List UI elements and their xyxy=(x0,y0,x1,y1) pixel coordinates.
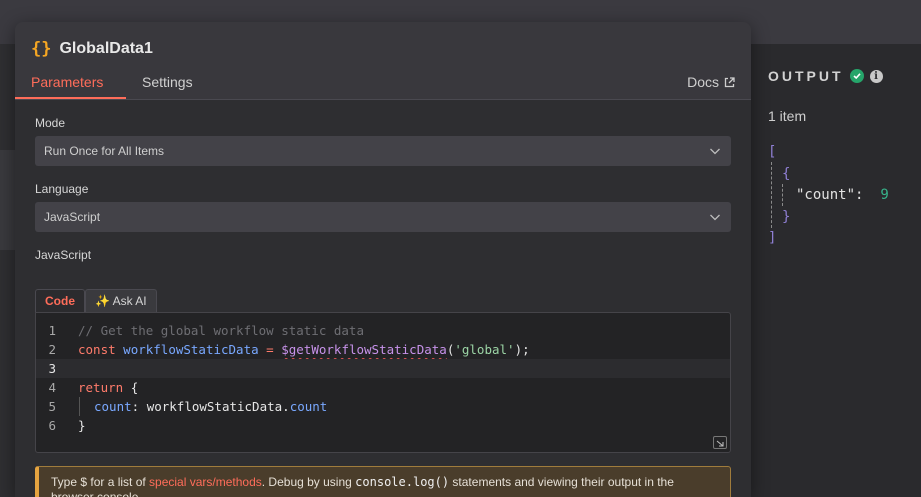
json-colon: : xyxy=(855,187,864,203)
output-panel: OUTPUT i 1 item [ { "count": 9 } ] xyxy=(751,44,921,497)
canvas-background-left xyxy=(0,44,16,497)
code-string: 'global' xyxy=(454,342,515,357)
code-keyword: const xyxy=(78,342,116,357)
active-tab-indicator xyxy=(15,97,126,99)
code-paren-close: ); xyxy=(514,342,530,357)
line-number: 5 xyxy=(48,399,56,414)
code-hint-callout: Type $ for a list of special vars/method… xyxy=(35,466,731,497)
chevron-down-icon xyxy=(710,214,720,221)
json-close-bracket: ] xyxy=(768,230,777,246)
code-brace: } xyxy=(78,418,86,433)
code-paren: ( xyxy=(446,342,455,357)
language-value: JavaScript xyxy=(44,210,101,224)
hint-text-pre: Type $ for a list of xyxy=(51,475,150,489)
node-title[interactable]: GlobalData1 xyxy=(59,40,152,58)
code-line: 2 const workflowStaticData = $getWorkflo… xyxy=(36,340,730,359)
language-label: Language xyxy=(35,182,89,196)
info-icon[interactable]: i xyxy=(869,69,883,83)
code-keyword: return xyxy=(78,380,124,395)
code-property: count xyxy=(94,399,132,414)
tab-settings[interactable]: Settings xyxy=(142,74,193,90)
hint-code: console.log() xyxy=(355,475,450,489)
line-number: 4 xyxy=(48,380,56,395)
code-line: 1 // Get the global workflow static data xyxy=(36,321,730,340)
docs-link[interactable]: Docs xyxy=(687,74,735,90)
code-variable: workflowStaticData xyxy=(123,342,259,357)
json-guide-outer xyxy=(771,162,772,228)
code-tabs: Code ✨ Ask AI xyxy=(35,289,157,312)
code-line: 5 count: workflowStaticData. count xyxy=(36,397,730,416)
node-details-panel: {} GlobalData1 Parameters Settings Docs … xyxy=(15,22,751,497)
json-value[interactable]: 9 xyxy=(880,187,888,203)
chevron-down-icon xyxy=(710,148,720,155)
external-link-icon xyxy=(724,76,735,87)
line-number: 3 xyxy=(48,361,56,376)
tab-code[interactable]: Code xyxy=(35,289,85,312)
indent-guide: count: workflowStaticData. count xyxy=(79,397,327,416)
line-number: 2 xyxy=(48,342,56,357)
line-number: 1 xyxy=(48,323,56,338)
special-vars-link[interactable]: special vars/methods xyxy=(149,475,262,489)
node-title-row: {} GlobalData1 xyxy=(31,39,153,59)
code-line: 6 } xyxy=(36,416,730,435)
mode-value: Run Once for All Items xyxy=(44,144,165,158)
output-header: OUTPUT i xyxy=(768,68,883,84)
code-editor[interactable]: 1 // Get the global workflow static data… xyxy=(35,312,731,453)
code-comment: // Get the global workflow static data xyxy=(78,323,364,338)
mode-label: Mode xyxy=(35,116,66,130)
code-operator: = xyxy=(266,342,274,357)
braces-icon: {} xyxy=(31,39,52,59)
output-json: [ { "count": 9 } ] xyxy=(768,142,889,250)
language-select[interactable]: JavaScript xyxy=(35,202,731,232)
check-circle-icon xyxy=(849,69,864,83)
mode-select[interactable]: Run Once for All Items xyxy=(35,136,731,166)
code-label: JavaScript xyxy=(35,248,92,262)
output-item-count: 1 item xyxy=(768,108,807,124)
code-object: workflowStaticData. xyxy=(146,399,290,414)
code-line: 4 return { xyxy=(36,378,730,397)
expand-editor-icon[interactable] xyxy=(713,436,727,449)
code-function: $getWorkflowStaticData xyxy=(281,342,447,357)
tab-ask-ai[interactable]: ✨ Ask AI xyxy=(85,289,157,312)
parameters-body: Mode Run Once for All Items Language Jav… xyxy=(15,100,751,497)
tab-parameters[interactable]: Parameters xyxy=(31,74,103,90)
docs-label: Docs xyxy=(687,74,719,90)
code-colon: : xyxy=(131,399,140,414)
json-guide-inner xyxy=(782,184,783,206)
input-panel-edge xyxy=(0,150,16,250)
panel-header: {} GlobalData1 Parameters Settings Docs xyxy=(15,22,751,100)
output-title: OUTPUT xyxy=(768,68,844,84)
code-member: count xyxy=(289,399,328,414)
code-line-current: 3 xyxy=(36,359,730,378)
hint-text-mid: . Debug by using xyxy=(261,475,356,489)
line-number: 6 xyxy=(48,418,56,433)
code-brace: { xyxy=(130,380,139,395)
json-close-brace: } xyxy=(782,208,791,225)
json-open-brace[interactable]: { xyxy=(782,166,790,182)
json-key[interactable]: "count" xyxy=(796,187,855,203)
json-open-bracket[interactable]: [ xyxy=(768,144,776,160)
